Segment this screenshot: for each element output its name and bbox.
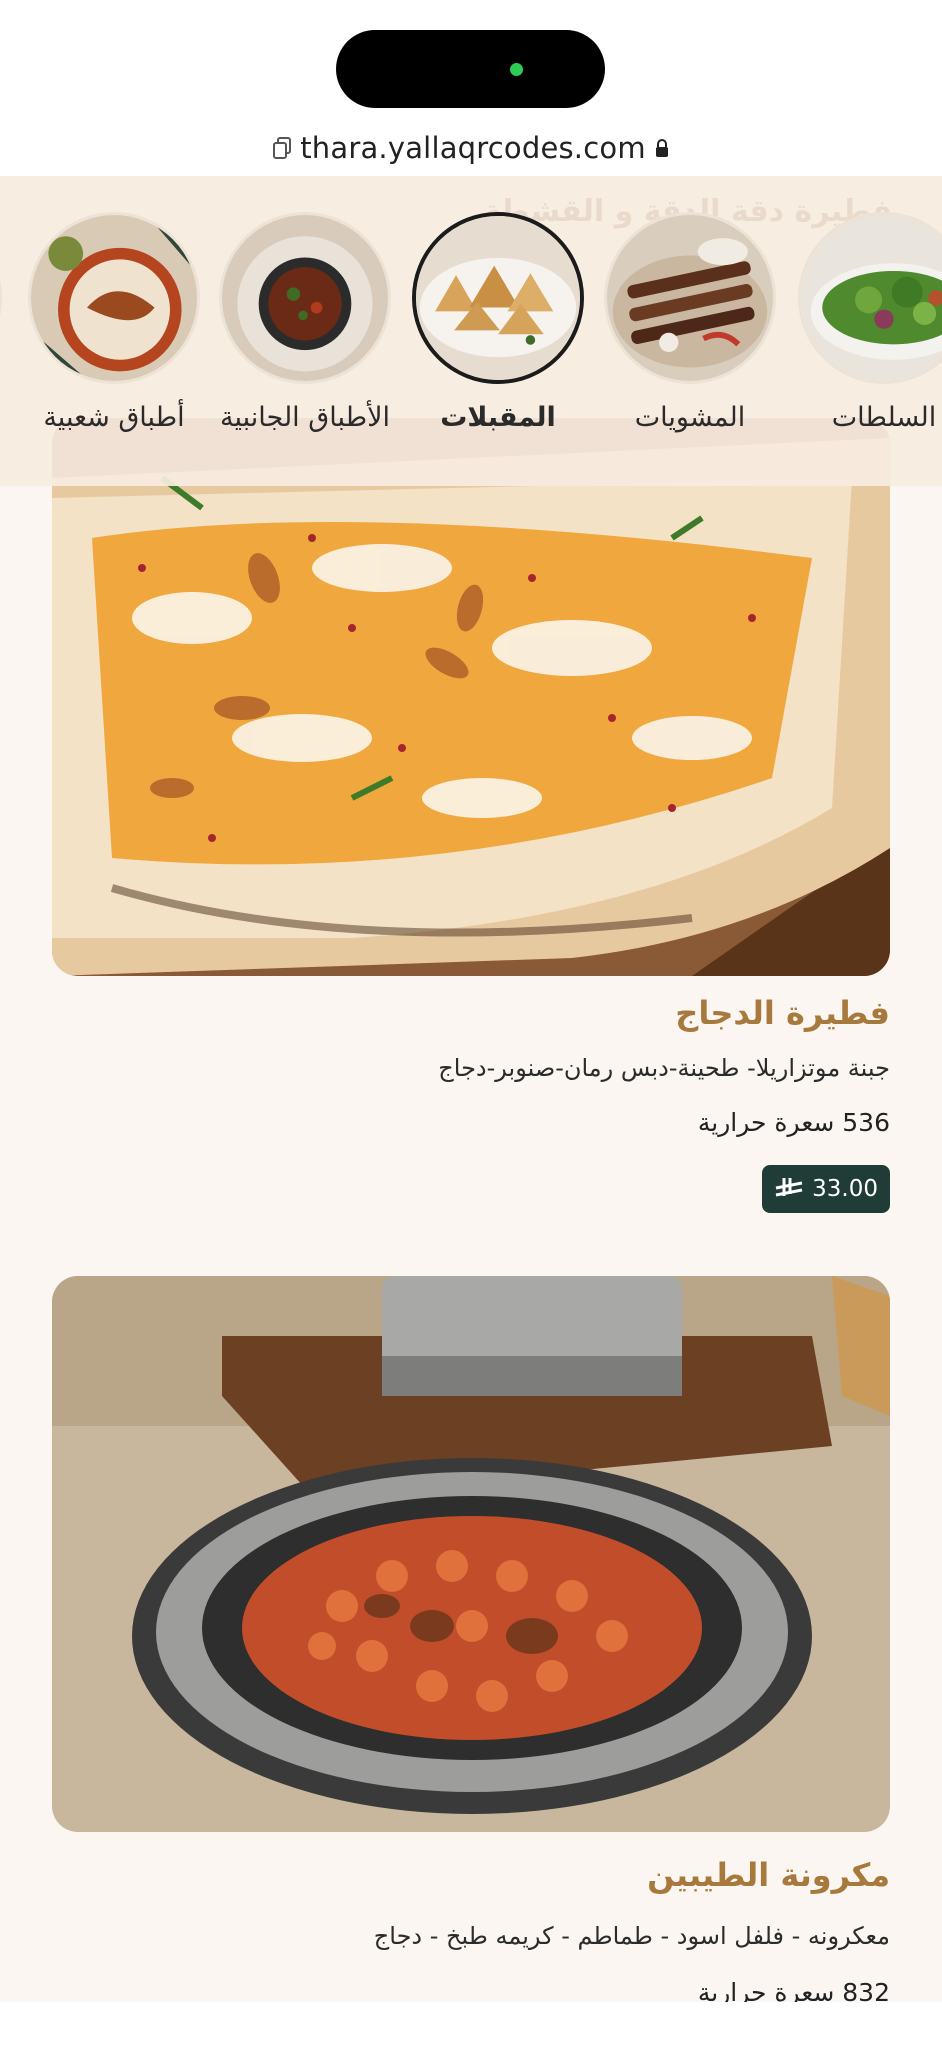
item-name: فطيرة الدجاج <box>675 994 890 1032</box>
category-side-dishes[interactable]: الأطباق الجانبية <box>217 212 393 440</box>
dynamic-island <box>336 30 605 108</box>
category-grills-label: المشويات <box>634 402 746 433</box>
url-bar[interactable]: thara.yallaqrcodes.com <box>0 128 942 168</box>
category-appetizers-label: المقبلات <box>440 402 556 433</box>
price-badge: 33.00 <box>762 1165 890 1213</box>
menu-item[interactable]: مكرونة الطيبين معكرونه - فلفل اسود - طما… <box>52 1276 890 2002</box>
category-strip[interactable]: فطيرة دقة الدقة و القشطة السلطات المشويا… <box>0 176 942 486</box>
menu-item[interactable]: فطيرة الدجاج جبنة موتزاريلا- طحينة-دبس ر… <box>52 418 890 1213</box>
category-appetizers[interactable]: المقبلات <box>410 212 586 440</box>
category-side-dishes-image[interactable] <box>219 212 391 384</box>
lock-icon <box>654 138 670 158</box>
item-description: معكرونه - فلفل اسود - طماطم - كريمه طبخ … <box>373 1922 890 1950</box>
category-salads-label: السلطات <box>831 402 937 433</box>
item-name: مكرونة الطيبين <box>647 1856 890 1894</box>
category-popular-dishes[interactable]: أطباق شعبية <box>26 212 202 440</box>
category-salads-image[interactable] <box>798 212 942 384</box>
item-calories: 536 سعرة حرارية <box>697 1108 890 1137</box>
url-text[interactable]: thara.yallaqrcodes.com <box>300 131 646 165</box>
category-popular-dishes-label: أطباق شعبية <box>43 402 185 433</box>
riyal-currency-icon <box>774 1176 804 1202</box>
item-photo[interactable] <box>52 1276 890 1832</box>
camera-indicator-dot <box>510 63 523 76</box>
category-grills-image[interactable] <box>604 212 776 384</box>
copy-icon[interactable] <box>272 136 292 160</box>
browser-top-bar: thara.yallaqrcodes.com <box>0 0 942 176</box>
category-side-dishes-label: الأطباق الجانبية <box>220 402 390 433</box>
category-grills[interactable]: المشويات <box>602 212 778 440</box>
category-appetizers-image[interactable] <box>412 212 584 384</box>
menu-page: فطيرة دقة الدقة و القشطة السلطات المشويا… <box>0 176 942 2002</box>
category-popular-dishes-image[interactable] <box>28 212 200 384</box>
item-description: جبنة موتزاريلا- طحينة-دبس رمان-صنوبر-دجا… <box>438 1054 890 1082</box>
category-salads[interactable]: السلطات <box>796 212 942 440</box>
price-value: 33.00 <box>812 1176 878 1202</box>
category-partial-offscreen[interactable] <box>0 212 2 384</box>
item-calories: 832 سعرة حرارية <box>697 1978 890 2002</box>
browser-bottom-area <box>0 2002 942 2048</box>
item-photo[interactable] <box>52 418 890 976</box>
